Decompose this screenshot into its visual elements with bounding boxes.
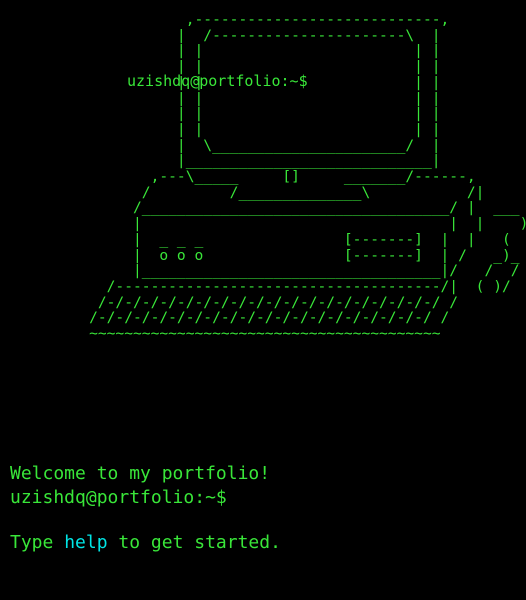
terminal-window[interactable]: ,----------------------------, | /------…: [0, 0, 526, 553]
ascii-computer-art: ,----------------------------, | /------…: [89, 11, 526, 343]
welcome-line: Welcome to my portfolio!: [10, 463, 271, 484]
ascii-screen-prompt: uzishdq@portfolio:~$: [127, 72, 308, 90]
prompt-label: uzishdq@portfolio:~$: [10, 487, 227, 508]
command-input[interactable]: [226, 488, 471, 508]
help-command[interactable]: help: [64, 532, 107, 553]
help-hint-prefix: Type: [10, 532, 65, 553]
command-prompt-line: uzishdq@portfolio:~$: [10, 486, 471, 509]
help-hint-line: Type help to get started.: [10, 531, 281, 554]
help-hint-suffix: to get started.: [107, 532, 281, 553]
